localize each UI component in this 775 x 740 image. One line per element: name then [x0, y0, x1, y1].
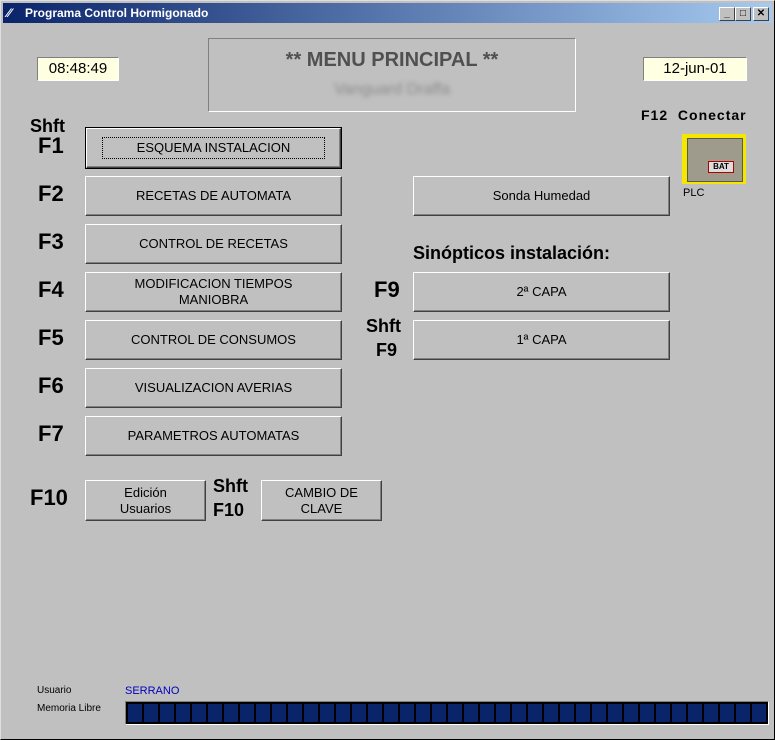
memory-bar-segment — [480, 704, 494, 722]
control-recetas-button[interactable]: CONTROL DE RECETAS — [85, 224, 342, 264]
f1-key-label: F1 — [38, 133, 64, 158]
visualizacion-averias-button[interactable]: VISUALIZACION AVERIAS — [85, 368, 342, 408]
recetas-automata-button[interactable]: RECETAS DE AUTOMATA — [85, 176, 342, 216]
modificacion-tiempos-button[interactable]: MODIFICACION TIEMPOS MANIOBRA — [85, 272, 342, 312]
memory-bar-segment — [464, 704, 478, 722]
page-title: ** MENU PRINCIPAL ** — [285, 49, 499, 71]
f3-key-label: F3 — [38, 229, 64, 254]
memory-bar-segment — [736, 704, 750, 722]
memory-bar-segment — [144, 704, 158, 722]
user-label: Usuario — [37, 685, 72, 696]
memory-bar-segment — [576, 704, 590, 722]
esquema-instalacion-button[interactable]: ESQUEMA INSTALACION — [85, 127, 342, 169]
memory-bar-segment — [688, 704, 702, 722]
edicion-usuarios-line2: Usuarios — [119, 500, 172, 516]
app-icon: ⁄⁄ — [7, 6, 12, 20]
f7-key-label: F7 — [38, 421, 64, 446]
f6-key-label: F6 — [38, 373, 64, 398]
plc-label: PLC — [683, 187, 705, 199]
control-consumos-button[interactable]: CONTROL DE CONSUMOS — [85, 320, 342, 360]
sonda-humedad-button[interactable]: Sonda Humedad — [413, 176, 670, 216]
cambio-clave-line1: CAMBIO DE — [285, 484, 358, 500]
memory-bar-segment — [592, 704, 606, 722]
modificacion-tiempos-line1: MODIFICACION TIEMPOS — [134, 276, 293, 291]
memory-bar-segment — [656, 704, 670, 722]
memory-bar-segment — [448, 704, 462, 722]
f5-key-label: F5 — [38, 325, 64, 350]
plc-badge: BAT — [708, 161, 734, 173]
memory-bar-segment — [384, 704, 398, 722]
memory-bar-segment — [336, 704, 350, 722]
app-window: ⁄⁄ Programa Control Hormigonado _ □ ✕ 08… — [0, 0, 775, 740]
edicion-usuarios-line1: Edición — [124, 484, 167, 500]
cambio-clave-line2: CLAVE — [300, 500, 343, 516]
memory-bar-segment — [240, 704, 254, 722]
memory-bar-segment — [624, 704, 638, 722]
maximize-button[interactable]: □ — [735, 7, 751, 21]
memory-bar-segment — [192, 704, 206, 722]
minimize-button[interactable]: _ — [719, 7, 735, 21]
capa-1-button[interactable]: 1ª CAPA — [413, 320, 670, 360]
memory-bar-segment — [320, 704, 334, 722]
memory-bar-segment — [288, 704, 302, 722]
memory-bar-segment — [608, 704, 622, 722]
parametros-automatas-button[interactable]: PARAMETROS AUTOMATAS — [85, 416, 342, 456]
connect-label: F12 Conectar — [641, 107, 747, 123]
memory-bar-segment — [176, 704, 190, 722]
memory-bar-segment — [224, 704, 238, 722]
memory-label: Memoria Libre — [37, 703, 101, 714]
memory-progress-bar — [125, 701, 769, 725]
memory-bar-segment — [672, 704, 686, 722]
memory-bar-segment — [704, 704, 718, 722]
page-subtitle: Vanguard Draffa — [334, 81, 450, 98]
memory-bar-segment — [432, 704, 446, 722]
memory-bar-segment — [752, 704, 766, 722]
f9-key-label: F9 — [374, 277, 400, 302]
edicion-usuarios-button[interactable]: Edición Usuarios — [85, 480, 206, 521]
memory-bar-segment — [720, 704, 734, 722]
window-title: Programa Control Hormigonado — [25, 6, 209, 20]
memory-bar-segment — [400, 704, 414, 722]
user-value: SERRANO — [125, 685, 180, 697]
modificacion-tiempos-line2: MANIOBRA — [178, 292, 249, 307]
plc-device-icon: BAT — [687, 138, 743, 182]
f10-shift-key-label: F10 — [213, 500, 245, 520]
memory-bar-segment — [560, 704, 574, 722]
memory-bar-segment — [512, 704, 526, 722]
memory-bar-segment — [368, 704, 382, 722]
capa-2-button[interactable]: 2ª CAPA — [413, 272, 670, 312]
f4-key-label: F4 — [38, 277, 64, 302]
f9-shift-key-label: F9 — [376, 340, 398, 360]
plc-connect-icon[interactable]: BAT — [682, 134, 746, 184]
memory-bar-segment — [640, 704, 654, 722]
memory-bar-segment — [272, 704, 286, 722]
f10-key-label: F10 — [30, 485, 68, 510]
memory-bar-segment — [256, 704, 270, 722]
memory-bar-segment — [208, 704, 222, 722]
memory-bar-segment — [160, 704, 174, 722]
f9-shift-label: Shft — [366, 316, 401, 336]
memory-bar-segment — [528, 704, 542, 722]
cambio-clave-button[interactable]: CAMBIO DE CLAVE — [261, 480, 382, 521]
title-bar[interactable]: ⁄⁄ Programa Control Hormigonado _ □ ✕ — [3, 3, 772, 23]
menu-header-panel: ** MENU PRINCIPAL ** Vanguard Draffa — [208, 38, 576, 112]
memory-bar-segment — [544, 704, 558, 722]
memory-bar-segment — [496, 704, 510, 722]
esquema-instalacion-label: ESQUEMA INSTALACION — [101, 137, 326, 159]
close-button[interactable]: ✕ — [753, 7, 769, 21]
memory-bar-segment — [416, 704, 430, 722]
f2-key-label: F2 — [38, 181, 64, 206]
date-display: 12-jun-01 — [643, 57, 747, 81]
f10-shift-label: Shft — [213, 476, 248, 496]
memory-bar-segment — [128, 704, 142, 722]
sinopticos-title: Sinópticos instalación: — [413, 243, 611, 263]
clock-display: 08:48:49 — [37, 57, 119, 81]
memory-bar-segment — [304, 704, 318, 722]
memory-bar-segment — [352, 704, 366, 722]
